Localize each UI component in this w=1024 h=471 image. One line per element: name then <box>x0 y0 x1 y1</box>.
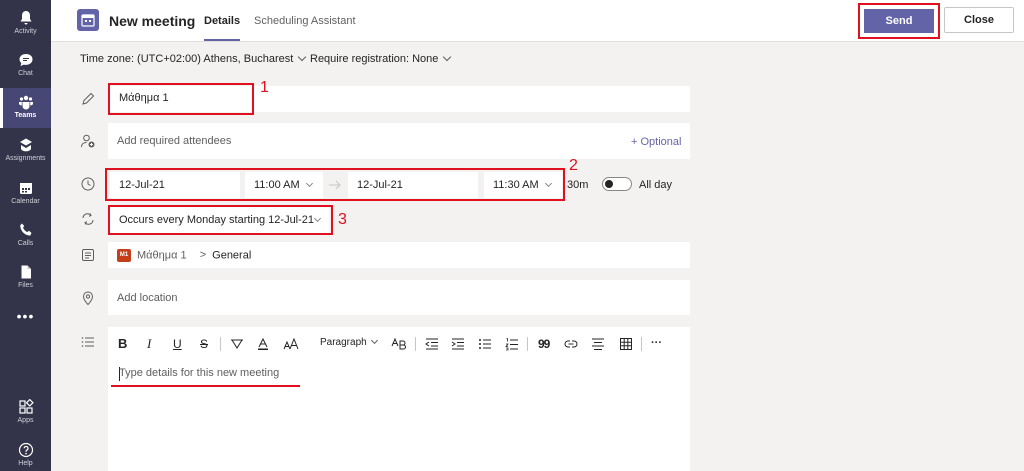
send-button[interactable]: Send <box>864 9 934 33</box>
help-icon <box>18 442 33 458</box>
rail-item-teams[interactable]: Teams <box>0 88 51 128</box>
underline-button[interactable]: U <box>173 337 182 351</box>
optional-attendees-link[interactable]: + Optional <box>631 136 681 148</box>
calendar-app-icon <box>77 9 99 31</box>
recurrence-annotation-box <box>108 205 333 235</box>
chevron-down-icon <box>443 52 452 62</box>
rail-label: Calendar <box>11 198 40 205</box>
assignments-icon <box>19 138 32 152</box>
attendees-input[interactable]: Add required attendees <box>108 123 690 159</box>
all-day-label: All day <box>639 179 673 191</box>
channel-name: General <box>212 249 252 262</box>
more-apps-button[interactable]: ••• <box>0 308 51 324</box>
team-badge: M1 <box>117 249 131 262</box>
location-input[interactable]: Add location <box>108 280 690 315</box>
breadcrumb-separator: > <box>199 249 207 262</box>
rail-label: Apps <box>17 417 34 424</box>
rail-label: Teams <box>14 112 37 119</box>
details-annotation-underline <box>111 385 300 387</box>
link-icon[interactable] <box>564 339 578 349</box>
rail-item-files[interactable]: Files <box>0 258 51 298</box>
rail-item-calls[interactable]: Calls <box>0 216 51 256</box>
clock-icon <box>81 177 95 191</box>
timezone-label: Time zone: (UTC+02:00) Athens, Bucharest <box>80 53 294 65</box>
annotation-number-2: 2 <box>569 157 578 174</box>
rail-item-activity[interactable]: Activity <box>0 4 51 44</box>
rail-item-help[interactable]: Help <box>0 436 51 471</box>
app-rail: Activity Chat Teams Assignments Calendar… <box>0 0 51 471</box>
pencil-icon <box>82 92 95 105</box>
all-day-toggle[interactable] <box>602 177 632 191</box>
chevron-down-icon <box>298 52 307 62</box>
strikethrough-button[interactable]: S <box>200 337 208 351</box>
toolbar-divider <box>641 337 642 351</box>
paragraph-style-label: Paragraph <box>320 337 367 348</box>
details-editor[interactable]: B I U S Paragraph 99 ··· Type details fo… <box>108 327 690 471</box>
bell-icon <box>20 11 31 25</box>
page-title: New meeting <box>109 13 196 29</box>
send-annotation-box: Send <box>858 3 940 39</box>
channel-icon <box>82 249 94 261</box>
annotation-number-3: 3 <box>338 211 347 228</box>
toolbar-divider <box>415 337 416 351</box>
calendar-icon <box>81 14 95 27</box>
calendar-icon <box>19 183 32 194</box>
chevron-down-icon <box>370 336 378 345</box>
options-bar: Time zone: (UTC+02:00) Athens, Bucharest… <box>51 43 1024 75</box>
rail-item-chat[interactable]: Chat <box>0 46 51 86</box>
rail-item-apps[interactable]: Apps <box>0 393 51 433</box>
decrease-indent-icon[interactable] <box>425 338 439 350</box>
location-pin-icon <box>82 291 94 306</box>
font-size-icon[interactable] <box>283 338 299 350</box>
teams-icon <box>18 95 33 110</box>
rail-label: Help <box>18 460 33 467</box>
registration-dropdown[interactable]: Require registration: None <box>310 52 452 65</box>
rail-label: Chat <box>18 70 33 77</box>
more-formatting-button[interactable]: ··· <box>651 337 662 349</box>
font-color-icon[interactable] <box>256 337 270 351</box>
list-details-icon <box>81 337 94 347</box>
paragraph-style-dropdown[interactable]: Paragraph <box>320 336 378 348</box>
highlight-icon[interactable] <box>230 338 244 350</box>
rail-label: Activity <box>14 28 37 35</box>
bulleted-list-icon[interactable] <box>478 338 492 350</box>
rail-label: Files <box>18 282 33 289</box>
file-icon <box>21 265 31 279</box>
add-person-icon <box>81 134 95 148</box>
repeat-icon <box>82 213 94 225</box>
tab-scheduling-assistant[interactable]: Scheduling Assistant <box>254 15 356 27</box>
table-icon[interactable] <box>619 337 633 351</box>
toolbar-divider <box>527 337 528 351</box>
bold-button[interactable]: B <box>118 336 127 351</box>
toggle-knob <box>605 180 613 188</box>
timezone-dropdown[interactable]: Time zone: (UTC+02:00) Athens, Bucharest <box>80 52 307 65</box>
details-placeholder: Type details for this new meeting <box>119 367 280 379</box>
team-name: Μάθημα 1 <box>137 249 187 262</box>
rail-label: Assignments <box>5 155 46 162</box>
increase-indent-icon[interactable] <box>451 338 465 350</box>
quote-button[interactable]: 99 <box>538 337 550 351</box>
rail-item-calendar[interactable]: Calendar <box>0 174 51 214</box>
chat-icon <box>19 54 32 66</box>
datetime-annotation-box <box>105 168 565 201</box>
rail-item-assignments[interactable]: Assignments <box>0 131 51 171</box>
italic-button[interactable]: I <box>147 336 151 352</box>
toolbar-divider <box>220 337 221 351</box>
rail-label: Calls <box>17 240 34 247</box>
tab-details[interactable]: Details <box>204 15 241 41</box>
meeting-title-input[interactable]: Μάθημα 1 <box>110 85 252 111</box>
annotation-number-1: 1 <box>260 79 269 96</box>
registration-label: Require registration: None <box>310 53 439 65</box>
close-button[interactable]: Close <box>944 7 1014 33</box>
phone-icon <box>19 223 31 236</box>
clear-formatting-icon[interactable] <box>391 337 407 351</box>
numbered-list-icon[interactable] <box>505 337 519 351</box>
duration-label: 30m <box>567 179 589 191</box>
apps-icon <box>18 399 34 414</box>
align-icon[interactable] <box>591 337 605 351</box>
meeting-header: New meeting Details Scheduling Assistant… <box>51 0 1024 42</box>
channel-selector[interactable]: M1 Μάθημα 1 > General <box>108 242 690 268</box>
